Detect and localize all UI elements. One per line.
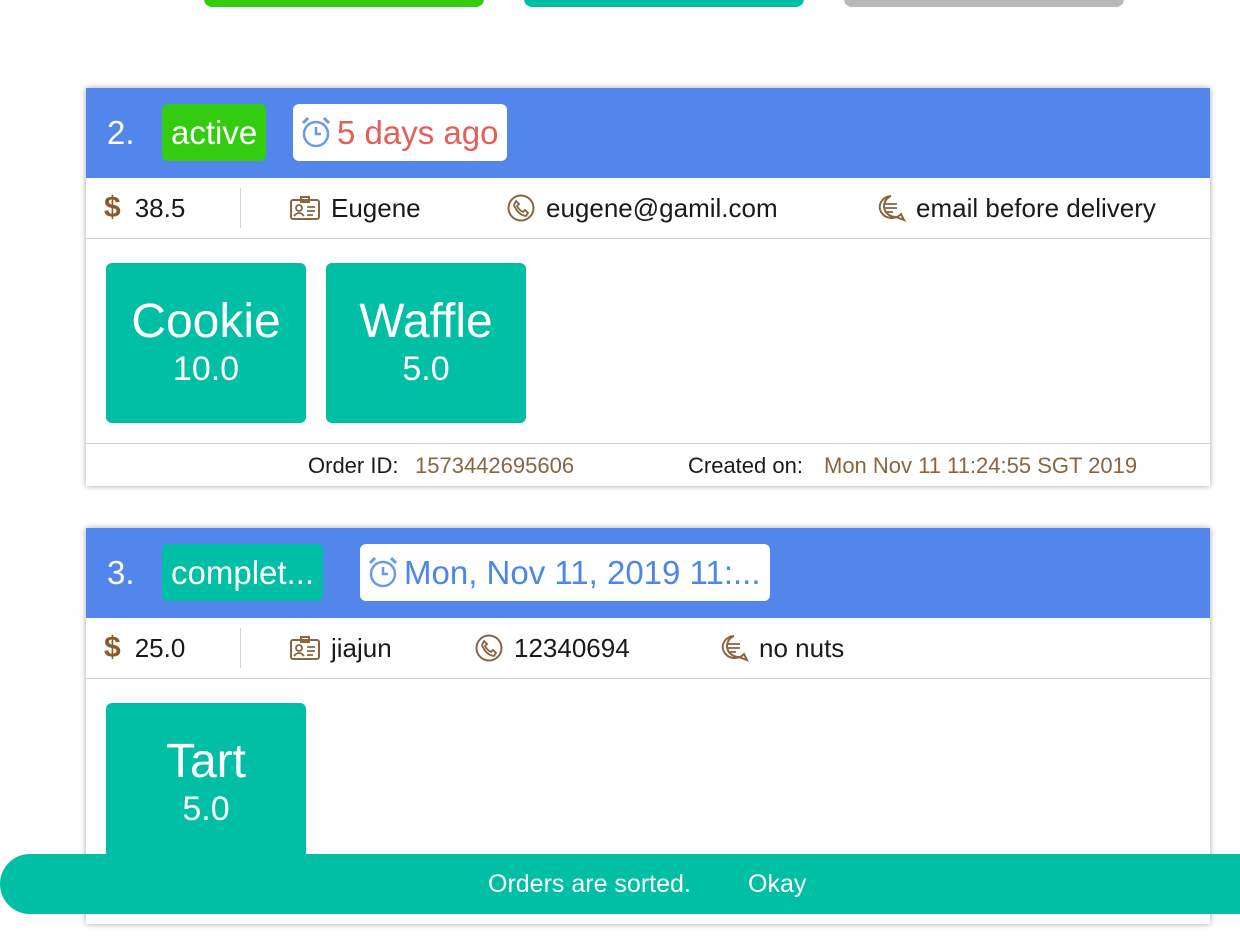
note-value: no nuts — [759, 632, 845, 663]
customer-field: Eugene — [289, 178, 421, 238]
item-name: Waffle — [359, 295, 493, 348]
dollar-icon: $ — [104, 191, 121, 224]
snackbar: Orders are sorted. Okay — [0, 854, 1240, 914]
status-badge: active — [162, 104, 267, 161]
contact-value: eugene@gamil.com — [546, 192, 778, 223]
note-value: email before delivery — [916, 192, 1156, 223]
time-text: 5 days ago — [337, 114, 499, 151]
created-value: Mon Nov 11 11:24:55 SGT 2019 — [824, 453, 1138, 478]
order-list-view: 2. active 5 days ago $ 38.5 Eugene eugen… — [0, 0, 1240, 952]
order-card-header: 3. complet... Mon, Nov 11, 2019 11:... — [86, 528, 1210, 618]
item-name: Tart — [165, 735, 246, 788]
order-index: 3. — [107, 554, 135, 591]
divider — [240, 188, 241, 228]
phone-icon — [507, 194, 535, 222]
item-quantity: 5.0 — [402, 350, 450, 388]
order-card[interactable]: 2. active 5 days ago $ 38.5 Eugene eugen… — [86, 88, 1210, 486]
customer-field: jiajun — [289, 618, 392, 678]
top-button-green[interactable] — [204, 0, 484, 7]
order-item-tile: Waffle 5.0 — [326, 263, 526, 423]
note-field: no nuts — [719, 618, 844, 678]
order-items: Cookie 10.0 Waffle 5.0 — [86, 239, 1210, 444]
divider — [240, 628, 241, 668]
price-value: 25.0 — [134, 632, 186, 663]
comment-icon — [878, 195, 906, 222]
price-field: $ 25.0 — [104, 618, 185, 678]
top-button-grey[interactable] — [844, 0, 1124, 7]
order-card-header: 2. active 5 days ago — [86, 88, 1210, 178]
comment-icon — [721, 635, 749, 662]
phone-icon — [475, 634, 503, 662]
order-info-row: $ 38.5 Eugene eugene@gamil.com email bef… — [86, 178, 1210, 239]
customer-card-icon — [290, 196, 320, 220]
created-label: Created on: — [688, 453, 803, 478]
snackbar-okay-button[interactable]: Okay — [748, 870, 806, 899]
alarm-clock-icon — [301, 116, 331, 148]
top-button-teal[interactable] — [524, 0, 804, 7]
order-index: 2. — [107, 114, 135, 151]
time-text: Mon, Nov 11, 2019 11:... — [404, 554, 761, 591]
customer-name: Eugene — [331, 192, 421, 223]
price-value: 38.5 — [134, 192, 186, 223]
item-quantity: 10.0 — [172, 350, 240, 388]
item-name: Cookie — [131, 295, 281, 348]
dollar-icon: $ — [104, 631, 121, 664]
time-badge: Mon, Nov 11, 2019 11:... — [360, 544, 770, 601]
contact-value: 12340694 — [514, 632, 630, 663]
order-id-label: Order ID: — [308, 453, 399, 478]
order-id-value: 1573442695606 — [415, 453, 575, 478]
snackbar-message: Orders are sorted. — [488, 870, 691, 898]
time-badge: 5 days ago — [293, 104, 508, 161]
order-items: Tart 5.0 — [86, 679, 1210, 883]
item-quantity: 5.0 — [182, 790, 230, 828]
contact-field: eugene@gamil.com — [506, 178, 778, 238]
alarm-clock-icon — [368, 556, 398, 588]
order-item-tile: Tart 5.0 — [106, 703, 306, 863]
order-info-row: $ 25.0 jiajun 12340694 no nuts — [86, 618, 1210, 679]
contact-field: 12340694 — [474, 618, 630, 678]
order-footer: Order ID: 1573442695606 Created on: Mon … — [86, 444, 1210, 486]
note-field: email before delivery — [876, 178, 1156, 238]
order-item-tile: Cookie 10.0 — [106, 263, 306, 423]
customer-card-icon — [290, 636, 320, 660]
price-field: $ 38.5 — [104, 178, 185, 238]
customer-name: jiajun — [331, 632, 392, 663]
status-badge: complet... — [162, 544, 324, 601]
